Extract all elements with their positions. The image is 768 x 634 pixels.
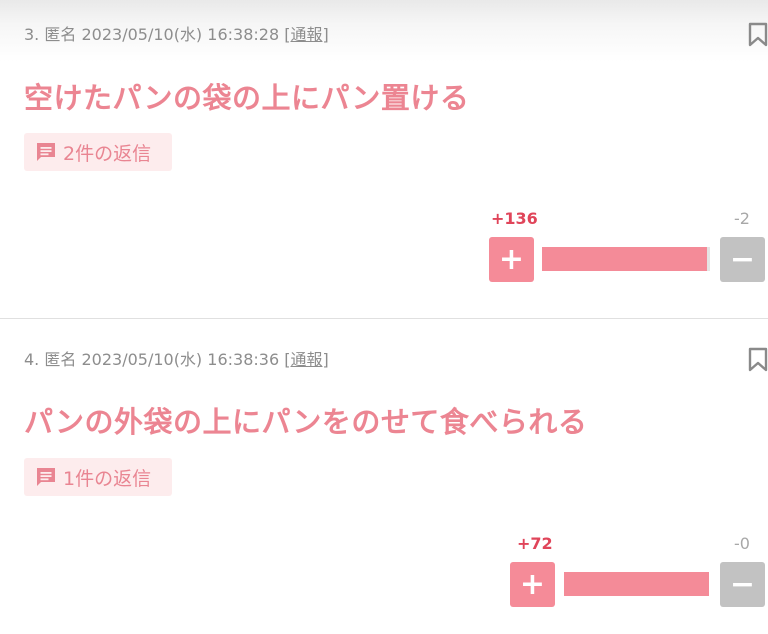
comment-author: 匿名	[44, 350, 77, 369]
comment-icon	[34, 140, 58, 164]
vote-ratio-bar	[542, 247, 710, 271]
comment-icon	[34, 465, 58, 489]
comment-body: 空けたパンの袋の上にパン置ける	[24, 81, 470, 115]
comment-item: 3. 匿名 2023/05/10(水) 16:38:28 [通報] 空けたパンの…	[0, 0, 768, 318]
comment-body: パンの外袋の上にパンをのせて食べられる	[24, 405, 588, 439]
comment-datetime: 2023/05/10(水) 16:38:28	[81, 25, 280, 44]
report-link-wrap: [通報]	[284, 350, 329, 369]
plus-vote-button[interactable]: +	[510, 562, 555, 607]
bookmark-icon[interactable]	[748, 347, 768, 373]
comment-meta: 4. 匿名 2023/05/10(水) 16:38:36 [通報]	[24, 346, 329, 370]
vote-ratio-fill	[542, 247, 708, 271]
minus-vote-button[interactable]: −	[720, 562, 765, 607]
report-link-wrap: [通報]	[284, 25, 329, 44]
bookmark-icon[interactable]	[748, 22, 768, 48]
comment-number: 4.	[24, 350, 40, 369]
comment-datetime: 2023/05/10(水) 16:38:36	[81, 350, 280, 369]
comment-meta: 3. 匿名 2023/05/10(水) 16:38:28 [通報]	[24, 21, 329, 45]
minus-vote-count: -2	[734, 209, 750, 228]
plus-vote-button[interactable]: +	[489, 237, 534, 282]
comment-number: 3.	[24, 25, 40, 44]
report-link[interactable]: 通報	[290, 25, 322, 44]
reply-count-label: 2件の返信	[63, 142, 152, 165]
minus-vote-count: -0	[734, 534, 750, 553]
plus-vote-count: +136	[491, 209, 538, 228]
plus-vote-count: +72	[517, 534, 553, 553]
vote-ratio-bar	[564, 572, 709, 596]
reply-count-label: 1件の返信	[63, 467, 152, 490]
reply-count-button[interactable]: 1件の返信	[24, 458, 172, 496]
reply-count-button[interactable]: 2件の返信	[24, 133, 172, 171]
comment-item: 4. 匿名 2023/05/10(水) 16:38:36 [通報] パンの外袋の…	[0, 319, 768, 634]
report-link[interactable]: 通報	[290, 350, 322, 369]
minus-vote-button[interactable]: −	[720, 237, 765, 282]
vote-ratio-fill	[564, 572, 709, 596]
comment-author: 匿名	[44, 25, 77, 44]
